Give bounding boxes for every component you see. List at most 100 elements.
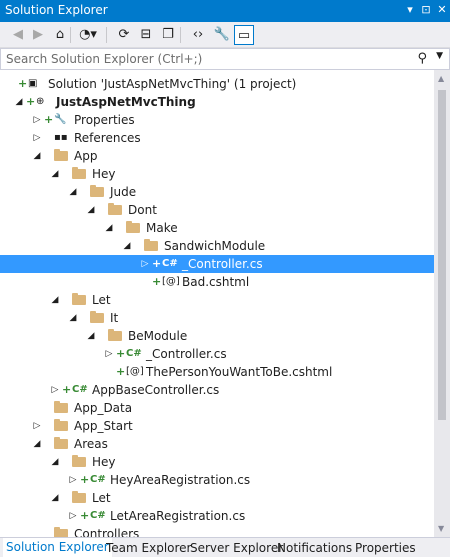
tree-item-label: LetAreaRegistration.cs <box>110 509 246 523</box>
auto-hide-icon[interactable]: ⊡ <box>418 2 434 18</box>
tree-item-label: _Controller.cs <box>146 347 227 361</box>
tree-item-row[interactable]: ▷ + 🔧 Properties <box>0 111 434 129</box>
tree-item-label: Dont <box>128 203 157 217</box>
collapse-arrow-icon[interactable]: ◢ <box>50 291 60 309</box>
collapse-arrow-icon[interactable]: ◢ <box>50 165 60 183</box>
scroll-down-icon[interactable]: ▼ <box>438 524 444 533</box>
tree-folder-row[interactable]: ◢ BeModule <box>0 327 434 345</box>
tree-folder-row[interactable]: ◢ App <box>0 147 434 165</box>
scrollbar-thumb[interactable] <box>438 90 446 420</box>
tree-item-row[interactable]: ▷ + C# _Controller.cs <box>0 345 434 363</box>
folder-icon <box>54 527 68 537</box>
folder-icon <box>72 167 86 179</box>
show-all-files-icon[interactable]: ❐ <box>158 25 178 45</box>
toolbar-separator <box>106 27 107 43</box>
tree-folder-row[interactable]: App_Data <box>0 399 434 417</box>
tree-item-row[interactable]: + [@] ThePersonYouWantToBe.cshtml <box>0 363 434 381</box>
search-input[interactable]: Search Solution Explorer (Ctrl+;) ⚲ ▼ <box>0 48 450 70</box>
expand-arrow-icon[interactable]: ▷ <box>32 417 42 435</box>
tree-item-row[interactable]: + [@] Bad.cshtml <box>0 273 434 291</box>
vertical-scrollbar[interactable]: ▲ ▼ <box>434 70 450 537</box>
search-icon[interactable]: ⚲ <box>417 51 427 66</box>
expand-arrow-icon[interactable]: ▷ <box>140 255 150 273</box>
pending-add-icon: + <box>18 77 28 90</box>
tree-item-row[interactable]: ▷ + C# AppBaseController.cs <box>0 381 434 399</box>
tree-item-row[interactable]: + ▣ Solution 'JustAspNetMvcThing' (1 proje… <box>0 75 434 93</box>
window-menu-icon[interactable]: ▾ <box>402 2 418 18</box>
tree-item-label: Let <box>92 293 111 307</box>
tree-folder-row[interactable]: ◢ Let <box>0 291 434 309</box>
expand-arrow-icon[interactable]: ▷ <box>50 381 60 399</box>
home-icon[interactable]: ⌂ <box>50 25 70 45</box>
folder-icon <box>90 185 104 197</box>
collapse-arrow-icon[interactable]: ◢ <box>68 183 78 201</box>
tree-item-label: Make <box>146 221 178 235</box>
tree-folder-row[interactable]: ▷ App_Start <box>0 417 434 435</box>
collapse-arrow-icon[interactable]: ◢ <box>50 453 60 471</box>
close-icon[interactable]: ✕ <box>434 2 450 18</box>
collapse-arrow-icon[interactable]: ◢ <box>86 201 96 219</box>
tab-properties[interactable]: Properties <box>355 540 416 556</box>
tree-item-label: SandwichModule <box>164 239 266 253</box>
tree-item-row[interactable]: ▷ + C# HeyAreaRegistration.cs <box>0 471 434 489</box>
window-title: Solution Explorer <box>5 3 108 17</box>
tab-server-explorer[interactable]: Server Explorer <box>190 540 283 556</box>
scroll-up-icon[interactable]: ▲ <box>438 74 444 83</box>
collapse-arrow-icon[interactable]: ◢ <box>32 147 42 165</box>
pending-add-icon: + <box>26 95 36 108</box>
tab-solution-explorer[interactable]: Solution Explorer <box>3 538 112 557</box>
tree-folder-row[interactable]: Controllers <box>0 525 434 537</box>
search-placeholder: Search Solution Explorer (Ctrl+;) <box>6 52 203 66</box>
folder-icon <box>72 455 86 467</box>
tree-item-row[interactable]: ▷ + C# _Controller.cs <box>0 255 434 273</box>
csharp-file-icon: C# <box>90 474 106 485</box>
history-icon[interactable]: ◔▾ <box>78 25 98 45</box>
tab-team-explorer[interactable]: Team Explorer <box>106 540 192 556</box>
tree-item-row[interactable]: ▷ + C# LetAreaRegistration.cs <box>0 507 434 525</box>
sync-icon[interactable]: ⟳ <box>114 25 134 45</box>
folder-icon <box>54 419 68 431</box>
properties-icon[interactable]: 🔧 <box>212 25 232 45</box>
expand-arrow-icon[interactable]: ▷ <box>104 345 114 363</box>
forward-icon[interactable]: ▶ <box>28 25 48 45</box>
preview-icon[interactable]: ▭ <box>234 25 254 45</box>
tree-folder-row[interactable]: ◢ Make <box>0 219 434 237</box>
view-code-icon[interactable]: ‹› <box>188 25 208 45</box>
search-options-chevron-down-icon[interactable]: ▼ <box>436 51 443 61</box>
tree-folder-row[interactable]: ◢ SandwichModule <box>0 237 434 255</box>
tree-folder-row[interactable]: ◢ It <box>0 309 434 327</box>
tree-folder-row[interactable]: ◢ Dont <box>0 201 434 219</box>
collapse-arrow-icon[interactable]: ◢ <box>32 435 42 453</box>
tree-folder-row[interactable]: ◢ Hey <box>0 165 434 183</box>
tree-folder-row[interactable]: ◢ Jude <box>0 183 434 201</box>
folder-icon <box>54 437 68 449</box>
tree-item-label: Jude <box>110 185 137 199</box>
razor-file-icon: [@] <box>126 366 144 377</box>
collapse-arrow-icon[interactable]: ◢ <box>14 93 24 111</box>
tree-folder-row[interactable]: ◢ Areas <box>0 435 434 453</box>
csharp-file-icon: C# <box>72 384 88 395</box>
collapse-arrow-icon[interactable]: ◢ <box>86 327 96 345</box>
tab-notifications[interactable]: Notifications <box>277 540 352 556</box>
pending-add-icon: + <box>80 473 90 486</box>
tree-item-row[interactable]: ◢ + ⊕ JustAspNetMvcThing <box>0 93 434 111</box>
csharp-file-icon: C# <box>90 510 106 521</box>
expand-arrow-icon[interactable]: ▷ <box>68 471 78 489</box>
expand-arrow-icon[interactable]: ▷ <box>68 507 78 525</box>
collapse-arrow-icon[interactable]: ◢ <box>122 237 132 255</box>
collapse-arrow-icon[interactable]: ◢ <box>50 489 60 507</box>
collapse-arrow-icon[interactable]: ◢ <box>104 219 114 237</box>
collapse-arrow-icon[interactable]: ◢ <box>68 309 78 327</box>
expand-arrow-icon[interactable]: ▷ <box>32 129 42 147</box>
tree-item-label: Areas <box>74 437 108 451</box>
tree-item-label: _Controller.cs <box>182 257 263 271</box>
tree-item-label: App_Data <box>74 401 133 415</box>
references-icon: ▪▪ <box>54 132 68 143</box>
tree-folder-row[interactable]: ◢ Hey <box>0 453 434 471</box>
collapse-all-icon[interactable]: ⊟ <box>136 25 156 45</box>
tree-item-row[interactable]: ▷ ▪▪ References <box>0 129 434 147</box>
back-icon[interactable]: ◀ <box>8 25 28 45</box>
expand-arrow-icon[interactable]: ▷ <box>32 111 42 129</box>
tree-folder-row[interactable]: ◢ Let <box>0 489 434 507</box>
bottom-tab-strip: Solution Explorer Team Explorer Server Exp… <box>0 537 450 557</box>
